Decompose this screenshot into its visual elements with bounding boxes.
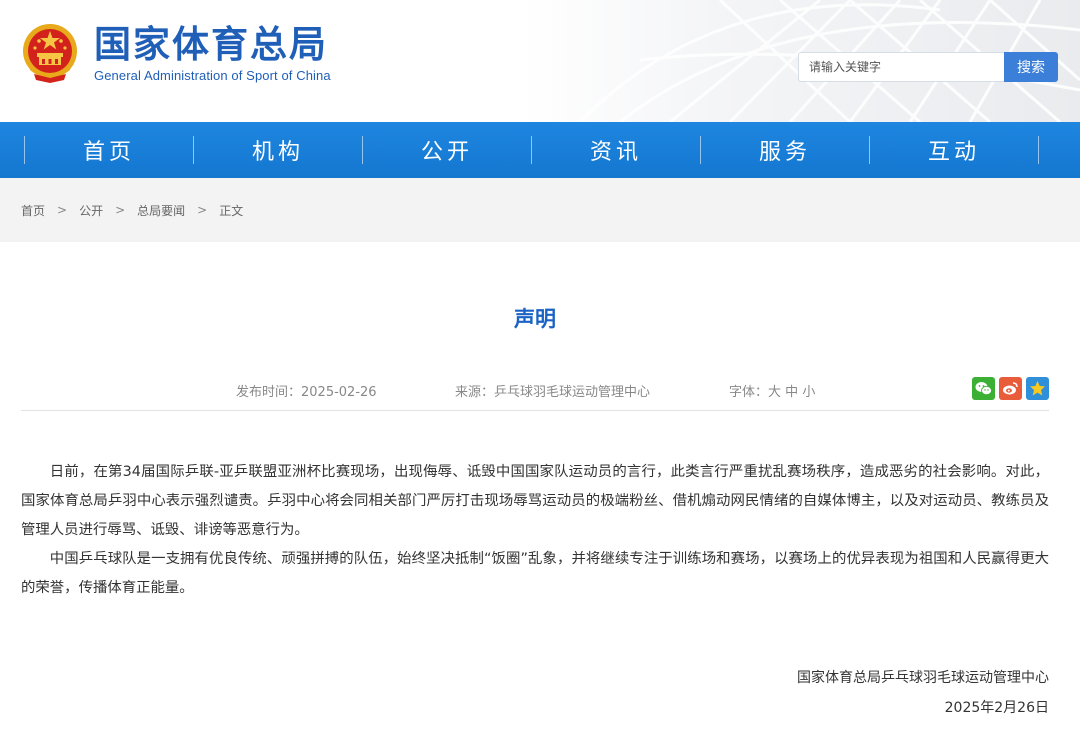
nav-divider: [1038, 136, 1039, 164]
signature-date: 2025年2月26日: [944, 700, 1049, 716]
qzone-icon[interactable]: [1026, 377, 1049, 400]
article-paragraph: 中国乒乓球队是一支拥有优良传统、顽强拼搏的队伍，始终坚决抵制“饭圈”乱象，并将继…: [21, 551, 1049, 596]
font-size-control: 字体：大 中 小: [729, 381, 815, 400]
nav-item-interaction[interactable]: 互动: [870, 122, 1038, 178]
share-buttons: [972, 377, 1049, 400]
site-name-english: General Administration of Sport of China: [94, 68, 331, 83]
national-emblem-icon: [23, 24, 77, 83]
search-bar: 搜索: [798, 52, 1058, 82]
font-size-medium[interactable]: 中: [785, 385, 798, 400]
site-header: 国家体育总局 General Administration of Sport o…: [0, 0, 1080, 122]
breadcrumb-separator: >: [115, 203, 126, 217]
weibo-icon[interactable]: [999, 377, 1022, 400]
article-signature: 国家体育总局乒乓球羽毛球运动管理中心 2025年2月26日: [21, 663, 1049, 723]
breadcrumb-public[interactable]: 公开: [79, 202, 103, 219]
article-paragraph: 日前，在第34届国际乒联-亚乒联盟亚洲杯比赛现场，出现侮辱、诋毁中国国家队运动员…: [21, 464, 1049, 538]
publish-time: 发布时间：2025-02-26: [236, 385, 377, 400]
search-button[interactable]: 搜索: [1004, 52, 1058, 82]
article-source: 来源：乒乓球羽毛球运动管理中心: [455, 385, 651, 400]
font-size-label: 字体：: [729, 385, 769, 400]
breadcrumb-separator: >: [57, 203, 68, 217]
site-name-chinese: 国家体育总局: [94, 23, 328, 66]
nav-item-home[interactable]: 首页: [25, 122, 193, 178]
site-logo[interactable]: 国家体育总局 General Administration of Sport o…: [20, 22, 331, 84]
search-input[interactable]: [798, 52, 1004, 82]
breadcrumb-home[interactable]: 首页: [21, 202, 45, 219]
wechat-icon[interactable]: [972, 377, 995, 400]
nav-item-organization[interactable]: 机构: [194, 122, 362, 178]
main-nav: 首页 机构 公开 资讯 服务 互动: [0, 122, 1080, 178]
article-body: 日前，在第34届国际乒联-亚乒联盟亚洲杯比赛现场，出现侮辱、诋毁中国国家队运动员…: [21, 458, 1049, 603]
nav-item-services[interactable]: 服务: [701, 122, 869, 178]
breadcrumb-separator: >: [197, 203, 208, 217]
signature-organization: 国家体育总局乒乓球羽毛球运动管理中心: [797, 670, 1049, 686]
nav-item-news[interactable]: 资讯: [532, 122, 700, 178]
article-title: 声明: [514, 307, 556, 331]
nav-item-public[interactable]: 公开: [363, 122, 531, 178]
breadcrumb: 首页 > 公开 > 总局要闻 > 正文: [0, 178, 1080, 242]
article-meta: 发布时间：2025-02-26 来源：乒乓球羽毛球运动管理中心 字体：大 中 小: [21, 347, 1049, 411]
article: 声明 发布时间：2025-02-26 来源：乒乓球羽毛球运动管理中心 字体：大 …: [0, 304, 1080, 723]
breadcrumb-headquarters-news[interactable]: 总局要闻: [137, 202, 185, 219]
font-size-small[interactable]: 小: [802, 385, 815, 400]
font-size-large[interactable]: 大: [768, 385, 781, 400]
breadcrumb-current: 正文: [219, 203, 244, 218]
